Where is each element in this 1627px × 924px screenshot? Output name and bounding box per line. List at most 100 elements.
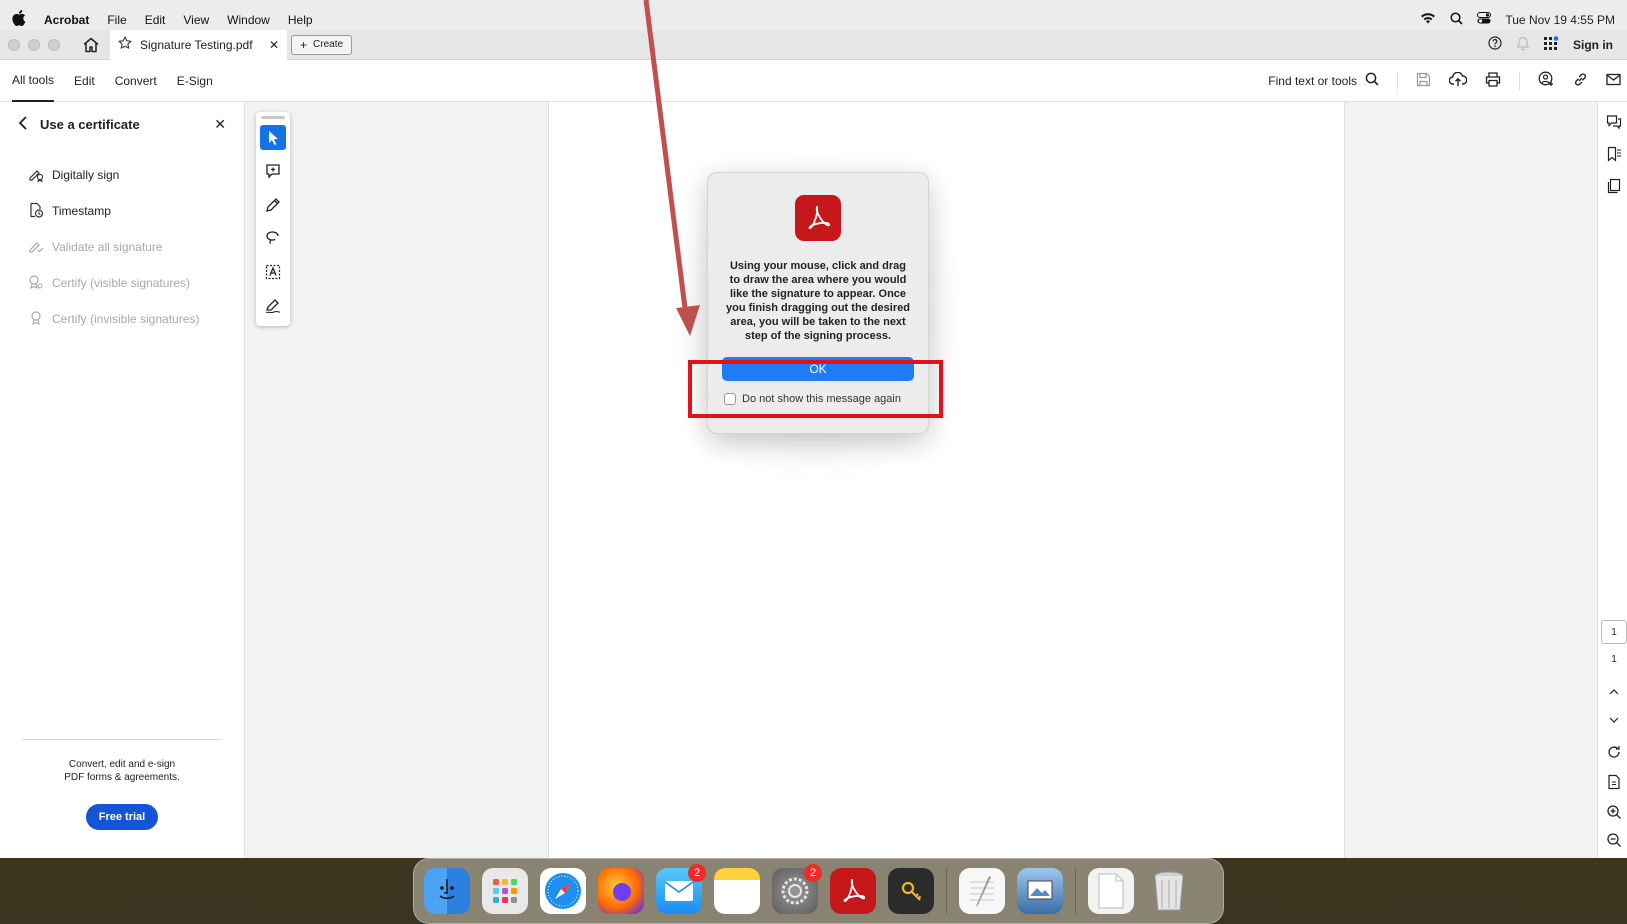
tab-convert[interactable]: Convert <box>115 60 157 102</box>
panel-item-digitally-sign[interactable]: Digitally sign <box>0 157 244 193</box>
tab-all-tools[interactable]: All tools <box>12 60 55 102</box>
certify-invisible-icon <box>28 310 44 329</box>
page-fit-icon[interactable] <box>1606 774 1622 790</box>
text-box-icon <box>265 264 281 279</box>
close-tab-icon[interactable]: ✕ <box>269 38 279 52</box>
menu-view[interactable]: View <box>183 13 209 27</box>
add-text-button[interactable] <box>260 259 286 285</box>
link-icon[interactable] <box>1573 72 1588 90</box>
add-comment-button[interactable] <box>260 158 286 184</box>
draw-freeform-button[interactable] <box>260 225 286 251</box>
system-settings-icon[interactable]: 2 <box>772 864 822 914</box>
acrobat-logo-icon <box>795 195 841 241</box>
total-pages: 1 <box>1611 654 1617 665</box>
toolbar-divider <box>1397 71 1398 90</box>
bookmarks-panel-icon[interactable] <box>1606 146 1622 162</box>
drag-handle[interactable] <box>261 116 285 119</box>
print-icon[interactable] <box>1485 71 1501 90</box>
close-window-button[interactable] <box>8 38 20 51</box>
use-certificate-panel: Use a certificate ✕ Digitally sign Times… <box>0 102 245 858</box>
highlight-pen-button[interactable] <box>260 192 286 218</box>
menu-file[interactable]: File <box>107 13 126 27</box>
mail-badge: 2 <box>688 864 706 882</box>
tab-title: Signature Testing.pdf <box>140 37 253 52</box>
lasso-icon <box>266 231 279 245</box>
share-user-icon[interactable] <box>1538 71 1555 90</box>
wifi-icon[interactable] <box>1420 12 1436 27</box>
promo-text-line2: PDF forms & agreements. <box>64 772 180 783</box>
page-up-chevron-icon[interactable] <box>1606 684 1622 700</box>
upload-cloud-icon[interactable] <box>1448 71 1468 90</box>
apple-icon[interactable] <box>12 10 26 29</box>
tab-e-sign[interactable]: E-Sign <box>177 60 213 102</box>
toolbar-divider <box>1519 71 1520 90</box>
page-down-chevron-icon[interactable] <box>1606 712 1622 728</box>
preview-icon[interactable] <box>1017 868 1063 914</box>
select-tool-button[interactable] <box>260 124 286 151</box>
trash-icon[interactable] <box>1146 868 1192 914</box>
menubar-datetime[interactable]: Tue Nov 19 4:55 PM <box>1505 13 1615 27</box>
tab-bar: Signature Testing.pdf ✕ + Create Sign in <box>0 29 1627 60</box>
zoom-out-icon[interactable] <box>1606 832 1622 848</box>
firefox-icon[interactable] <box>598 868 644 914</box>
zoom-window-button[interactable] <box>48 38 60 51</box>
email-icon[interactable] <box>1606 73 1621 89</box>
find-label: Find text or tools <box>1268 73 1357 88</box>
digital-sign-icon <box>28 166 44 185</box>
spotlight-search-icon[interactable] <box>1450 11 1463 28</box>
sign-tool-button[interactable] <box>260 293 286 319</box>
comment-plus-icon <box>266 164 280 179</box>
home-icon[interactable] <box>80 34 102 56</box>
menu-app-name[interactable]: Acrobat <box>44 13 89 27</box>
zoom-in-icon[interactable] <box>1606 804 1622 820</box>
panel-footer: Convert, edit and e-sign PDF forms & agr… <box>22 739 222 830</box>
panel-item-label: Digitally sign <box>52 168 120 182</box>
sign-in-button[interactable]: Sign in <box>1573 38 1613 52</box>
acrobat-dock-icon[interactable] <box>830 868 876 914</box>
pdf-document-icon[interactable] <box>1088 868 1134 914</box>
back-chevron-icon[interactable] <box>18 116 28 133</box>
timestamp-icon <box>28 202 44 221</box>
search-icon <box>1365 72 1379 89</box>
star-icon[interactable] <box>118 36 132 53</box>
textedit-icon[interactable] <box>959 868 1005 914</box>
close-panel-icon[interactable]: ✕ <box>214 116 226 133</box>
menu-window[interactable]: Window <box>227 13 270 27</box>
notes-icon[interactable] <box>714 868 760 914</box>
panel-item-label: Timestamp <box>52 204 111 218</box>
dock-divider <box>1075 868 1076 914</box>
help-icon[interactable] <box>1488 36 1502 53</box>
macos-dock: 2 2 <box>413 858 1224 924</box>
current-page-input[interactable]: 1 <box>1601 620 1627 644</box>
tab-edit[interactable]: Edit <box>74 60 95 102</box>
dock-divider <box>946 868 947 914</box>
safari-icon[interactable] <box>540 868 586 914</box>
notifications-bell-icon[interactable] <box>1516 36 1530 54</box>
menu-help[interactable]: Help <box>288 13 313 27</box>
save-icon[interactable] <box>1416 72 1431 90</box>
comments-panel-icon[interactable] <box>1606 114 1622 130</box>
panel-item-certify-visible: Certify (visible signatures) <box>0 265 244 301</box>
finder-icon[interactable] <box>424 868 470 914</box>
keychain-access-icon[interactable] <box>888 868 934 914</box>
document-tab[interactable]: Signature Testing.pdf ✕ <box>110 29 287 60</box>
mail-icon[interactable]: 2 <box>656 864 706 914</box>
find-text-or-tools[interactable]: Find text or tools <box>1268 72 1379 89</box>
minimize-window-button[interactable] <box>28 38 40 51</box>
main-toolbar: All tools Edit Convert E-Sign Find text … <box>0 60 1627 102</box>
control-center-icon[interactable] <box>1477 12 1492 27</box>
annotation-highlight-box <box>688 360 943 418</box>
launchpad-icon[interactable] <box>482 868 528 914</box>
menu-edit[interactable]: Edit <box>145 13 166 27</box>
create-button[interactable]: + Create <box>291 34 353 55</box>
window-controls <box>8 38 60 51</box>
plus-icon: + <box>300 37 308 52</box>
refresh-icon[interactable] <box>1606 744 1622 760</box>
pages-panel-icon[interactable] <box>1606 178 1622 194</box>
apps-grid-icon[interactable] <box>1544 35 1559 54</box>
settings-badge: 2 <box>804 864 822 882</box>
panel-item-timestamp[interactable]: Timestamp <box>0 193 244 229</box>
free-trial-button[interactable]: Free trial <box>86 804 158 830</box>
panel-item-certify-invisible: Certify (invisible signatures) <box>0 301 244 337</box>
panel-item-label: Certify (visible signatures) <box>52 276 191 290</box>
